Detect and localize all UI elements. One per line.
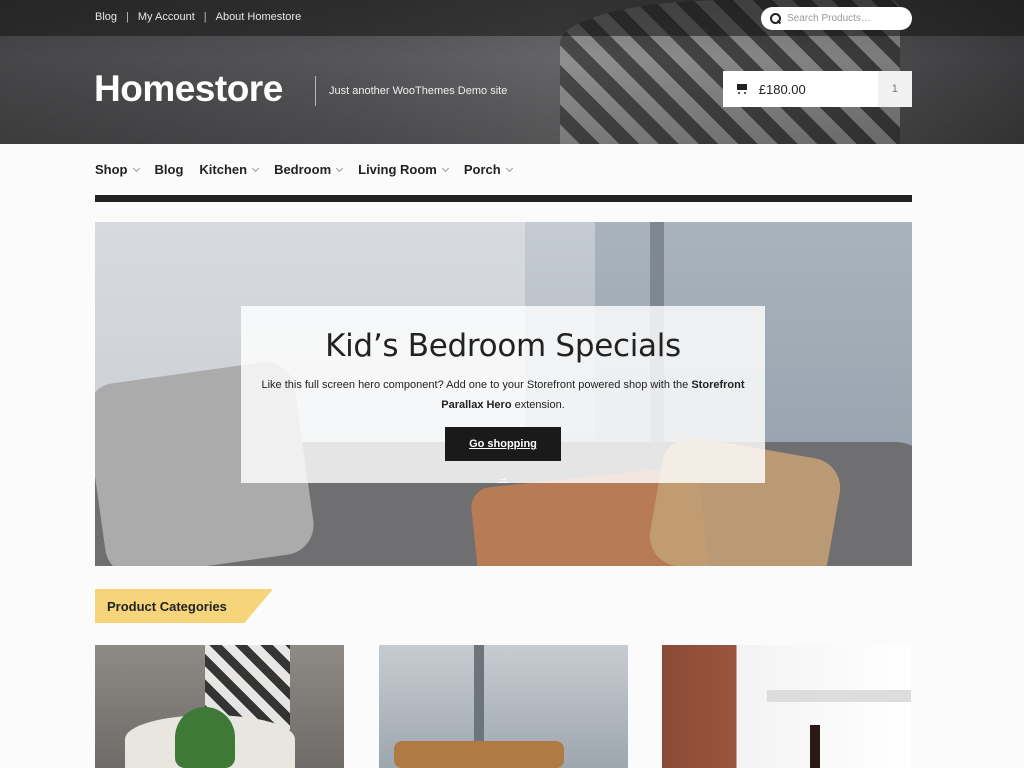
nav-item-label: Blog (154, 162, 184, 177)
title-divider (315, 76, 316, 106)
search-input[interactable] (787, 13, 902, 24)
chevron-down-icon (132, 164, 140, 172)
navigation-rule (95, 195, 912, 202)
nav-item-label: Bedroom (274, 162, 332, 177)
secondary-navigation: Blog | My Account | About Homestore (95, 11, 301, 23)
cart-icon (735, 83, 749, 95)
chevron-down-icon (441, 164, 449, 172)
hero-content-box: Kid’s Bedroom Specials Like this full sc… (241, 306, 765, 484)
hero-description: Like this full screen hero component? Ad… (261, 379, 745, 411)
site-tagline: Just another WooThemes Demo site (329, 85, 508, 97)
search-icon[interactable] (770, 13, 781, 24)
nav-item-living-room[interactable]: Living Room (358, 162, 449, 177)
category-image[interactable] (95, 645, 344, 768)
product-search (761, 7, 912, 30)
site-title[interactable]: Homestore (94, 68, 283, 110)
nav-item-bedroom[interactable]: Bedroom (274, 162, 344, 177)
section-title-product-categories: Product Categories (95, 589, 273, 623)
chevron-down-icon (505, 164, 513, 172)
hero-banner: Kid’s Bedroom Specials Like this full sc… (95, 222, 912, 566)
category-image[interactable] (379, 645, 628, 768)
chevron-down-icon (336, 164, 344, 172)
nav-item-label: Shop (95, 162, 128, 177)
cart-amount: £180.00 (758, 81, 806, 97)
nav-separator: | (203, 11, 207, 23)
nav-item-label: Kitchen (199, 162, 248, 177)
nav-item-label: Porch (463, 162, 501, 177)
primary-navigation: Shop Blog Kitchen Bedroom Living Room Po… (95, 162, 528, 177)
cart-button[interactable]: £180.00 1 (723, 71, 912, 107)
nav-item-label: Living Room (358, 162, 437, 177)
cart-count: 1 (877, 71, 912, 107)
chevron-down-icon (252, 164, 260, 172)
go-shopping-button[interactable]: Go shopping → (445, 427, 561, 484)
hero-title: Kid’s Bedroom Specials (325, 328, 681, 364)
secondary-nav-about-homestore[interactable]: About Homestore (216, 11, 302, 23)
secondary-nav-my-account[interactable]: My Account (138, 11, 195, 23)
nav-separator: | (126, 11, 129, 23)
nav-item-shop[interactable]: Shop (95, 162, 140, 177)
secondary-nav-blog[interactable]: Blog (95, 11, 117, 23)
nav-item-kitchen[interactable]: Kitchen (199, 162, 260, 177)
category-image[interactable] (662, 645, 911, 768)
nav-item-blog[interactable]: Blog (155, 162, 184, 177)
nav-item-porch[interactable]: Porch (463, 162, 513, 177)
